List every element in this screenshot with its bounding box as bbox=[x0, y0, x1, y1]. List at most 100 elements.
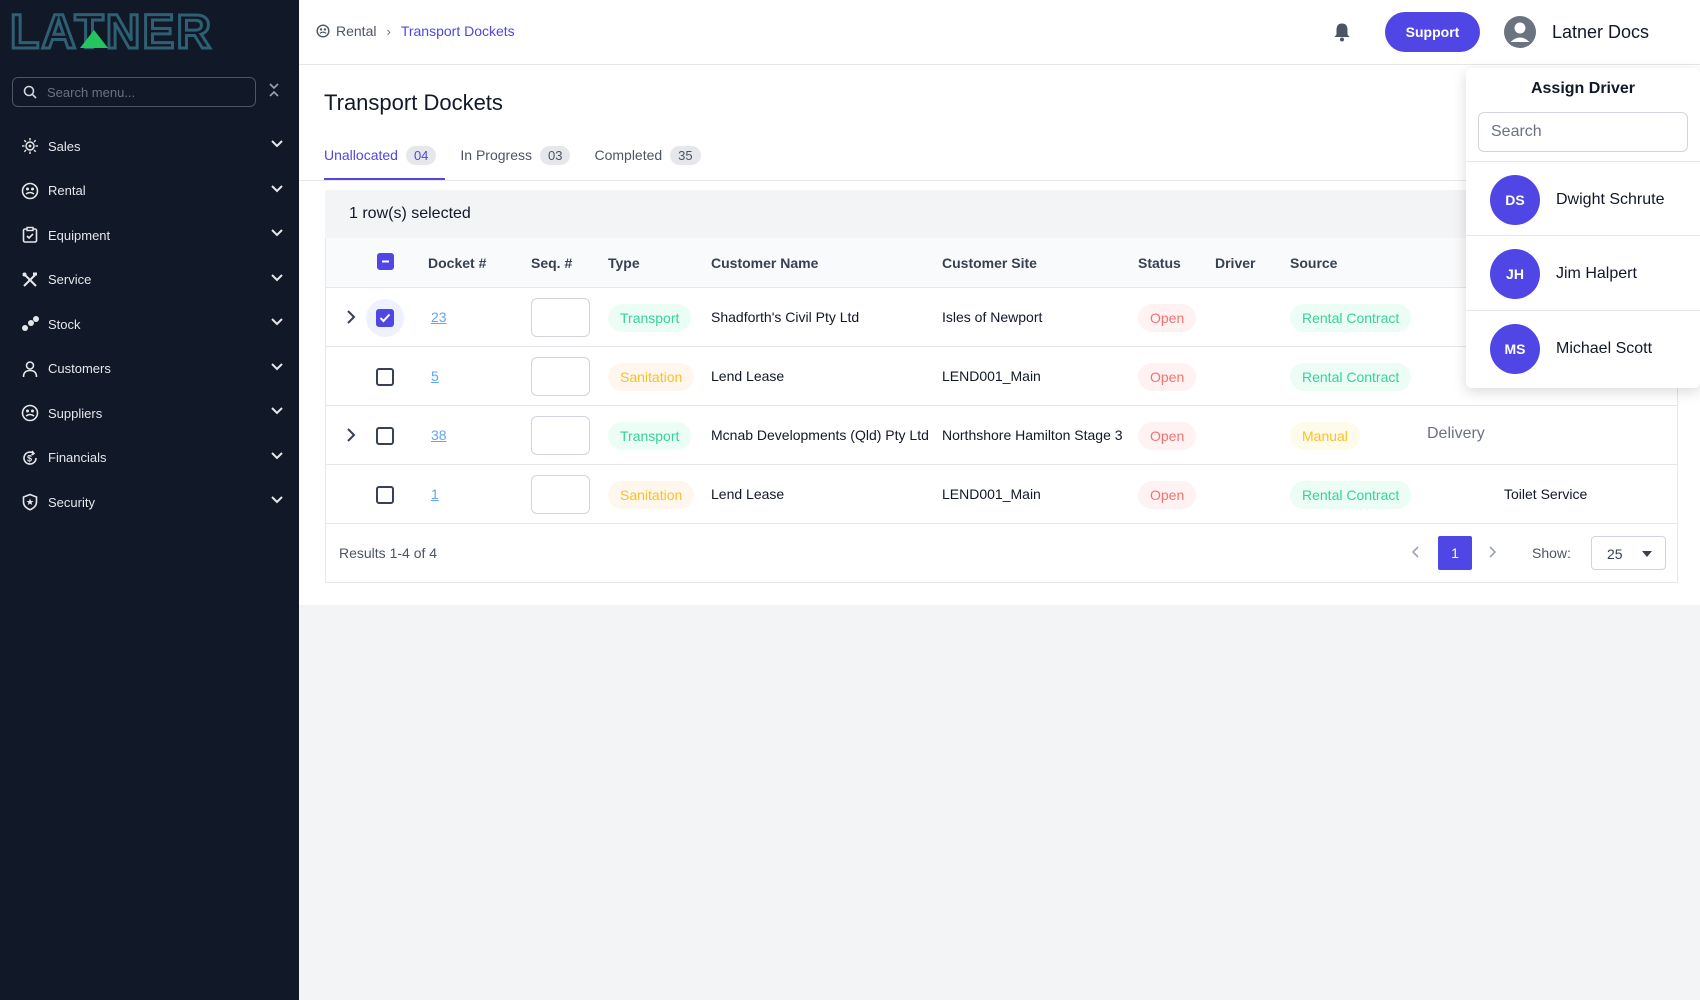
column-header[interactable]: Driver bbox=[1215, 255, 1255, 271]
sidebar-item-sales[interactable]: Sales bbox=[0, 124, 299, 169]
customer-site: Northshore Hamilton Stage 3 bbox=[942, 427, 1123, 443]
seq-input[interactable] bbox=[531, 298, 590, 337]
sidebar-item-customers[interactable]: Customers bbox=[0, 347, 299, 392]
support-button[interactable]: Support bbox=[1385, 12, 1480, 52]
menu-search bbox=[12, 77, 256, 107]
chevron-down-icon bbox=[271, 318, 283, 326]
tab-in-progress[interactable]: In Progress 03 bbox=[460, 140, 571, 170]
seq-input[interactable] bbox=[531, 416, 590, 455]
rental-icon bbox=[316, 24, 330, 38]
driver-option-dwight[interactable]: DS Dwight Schrute bbox=[1466, 161, 1700, 236]
seq-input[interactable] bbox=[531, 475, 590, 514]
column-header[interactable]: Customer Site bbox=[942, 255, 1037, 271]
breadcrumb: Rental › Transport Dockets bbox=[316, 23, 515, 39]
breadcrumb-rental[interactable]: Rental bbox=[336, 23, 376, 39]
sidebar-item-financials[interactable]: $ Financials bbox=[0, 436, 299, 481]
source-badge: Manual bbox=[1290, 422, 1360, 450]
status-badge: Open bbox=[1138, 363, 1197, 391]
docket-link[interactable]: 38 bbox=[431, 427, 447, 443]
sidebar-item-security[interactable]: Security bbox=[0, 480, 299, 525]
driver-search-input[interactable] bbox=[1478, 112, 1688, 152]
customer-name: Mcnab Developments (Qld) Pty Ltd bbox=[711, 427, 929, 443]
status-badge: Open bbox=[1138, 422, 1197, 450]
column-header[interactable]: Status bbox=[1138, 255, 1181, 271]
sidebar: LATNER Sales Rental Equipment Service bbox=[0, 0, 299, 1000]
source-badge: Rental Contract bbox=[1290, 304, 1412, 332]
equipment-icon bbox=[20, 225, 40, 245]
docket-link[interactable]: 5 bbox=[431, 368, 439, 384]
column-header[interactable]: Seq. # bbox=[531, 255, 572, 271]
driver-option-michael[interactable]: MS Michael Scott bbox=[1466, 311, 1700, 386]
column-header[interactable]: Type bbox=[608, 255, 640, 271]
driver-name: Michael Scott bbox=[1556, 340, 1653, 357]
sidebar-nav: Sales Rental Equipment Service Stock Cus… bbox=[0, 124, 299, 525]
select-all-checkbox[interactable] bbox=[377, 253, 394, 270]
chevron-down-icon bbox=[271, 407, 283, 415]
sidebar-item-service[interactable]: Service bbox=[0, 258, 299, 303]
user-name[interactable]: Latner Docs bbox=[1552, 22, 1649, 43]
chevron-left-icon[interactable] bbox=[1412, 546, 1420, 558]
tab-label: In Progress bbox=[460, 147, 532, 163]
customer-site: LEND001_Main bbox=[942, 368, 1041, 384]
sidebar-item-label: Service bbox=[48, 272, 92, 288]
page-number-button[interactable]: 1 bbox=[1438, 536, 1472, 570]
page-size-select[interactable]: 25 bbox=[1591, 536, 1666, 570]
chevron-down-icon bbox=[271, 229, 283, 237]
type-badge: Transport bbox=[608, 422, 692, 450]
column-header[interactable]: Source bbox=[1290, 255, 1337, 271]
customers-icon bbox=[20, 359, 40, 379]
chevron-right-icon[interactable] bbox=[346, 428, 356, 442]
docket-link[interactable]: 1 bbox=[431, 486, 439, 502]
menu-search-input[interactable] bbox=[47, 83, 247, 101]
chevron-right-icon: › bbox=[386, 23, 391, 39]
topbar: Rental › Transport Dockets Support Latne… bbox=[299, 0, 1700, 65]
chevron-down-icon bbox=[271, 140, 283, 148]
seq-input[interactable] bbox=[531, 357, 590, 396]
sidebar-item-equipment[interactable]: Equipment bbox=[0, 213, 299, 258]
column-header[interactable]: Customer Name bbox=[711, 255, 818, 271]
sidebar-item-label: Customers bbox=[48, 361, 111, 377]
row-checkbox[interactable] bbox=[376, 368, 394, 386]
table-footer: Results 1-4 of 4 1 Show: 25 bbox=[326, 524, 1677, 582]
chevron-right-icon[interactable] bbox=[346, 310, 356, 324]
active-tab-indicator bbox=[324, 178, 445, 180]
customer-name: Lend Lease bbox=[711, 368, 785, 384]
page-title: Transport Dockets bbox=[324, 90, 503, 115]
sidebar-item-label: Equipment bbox=[48, 227, 111, 243]
sidebar-item-rental[interactable]: Rental bbox=[0, 169, 299, 214]
latner-logo[interactable]: LATNER bbox=[9, 5, 270, 61]
type-badge: Transport bbox=[608, 304, 692, 332]
docket-link[interactable]: 23 bbox=[431, 309, 447, 325]
assign-driver-dropdown: Assign Driver DS Dwight Schrute JH Jim H… bbox=[1466, 68, 1700, 388]
breadcrumb-current[interactable]: Transport Dockets bbox=[401, 23, 515, 39]
show-label: Show: bbox=[1532, 545, 1571, 561]
row-checkbox[interactable] bbox=[376, 427, 394, 445]
sidebar-item-label: Rental bbox=[48, 183, 86, 199]
results-count: Results 1-4 of 4 bbox=[339, 545, 438, 561]
sidebar-item-label: Suppliers bbox=[48, 405, 103, 421]
chevron-right-icon[interactable] bbox=[1488, 546, 1496, 558]
chevron-down-icon bbox=[271, 451, 283, 459]
driver-option-jim[interactable]: JH Jim Halpert bbox=[1466, 236, 1700, 311]
user-avatar-icon[interactable] bbox=[1504, 16, 1536, 48]
selection-count: 1 row(s) selected bbox=[349, 205, 471, 222]
tab-unallocated[interactable]: Unallocated 04 bbox=[324, 140, 437, 170]
row-checkbox[interactable] bbox=[376, 309, 394, 327]
table-row[interactable]: 38 Transport Mcnab Developments (Qld) Pt… bbox=[326, 406, 1677, 465]
tab-completed[interactable]: Completed 35 bbox=[594, 140, 701, 170]
tab-label: Completed bbox=[594, 147, 663, 163]
sidebar-item-label: Financials bbox=[48, 450, 107, 466]
row-checkbox[interactable] bbox=[376, 486, 394, 504]
sidebar-item-stock[interactable]: Stock bbox=[0, 302, 299, 347]
sidebar-item-label: Security bbox=[48, 494, 95, 510]
chevron-down-icon bbox=[271, 273, 283, 281]
sidebar-item-suppliers[interactable]: Suppliers bbox=[0, 391, 299, 436]
column-header[interactable]: Docket # bbox=[428, 255, 486, 271]
rental-icon bbox=[20, 181, 40, 201]
status-badge: Open bbox=[1138, 304, 1197, 332]
collapse-icon[interactable] bbox=[268, 82, 280, 98]
caret-down-icon bbox=[1642, 551, 1652, 557]
bell-icon[interactable] bbox=[1333, 22, 1351, 42]
table-row[interactable]: 1 Sanitation Lend Lease LEND001_Main Ope… bbox=[326, 465, 1677, 524]
driver-name: Dwight Schrute bbox=[1556, 191, 1665, 208]
